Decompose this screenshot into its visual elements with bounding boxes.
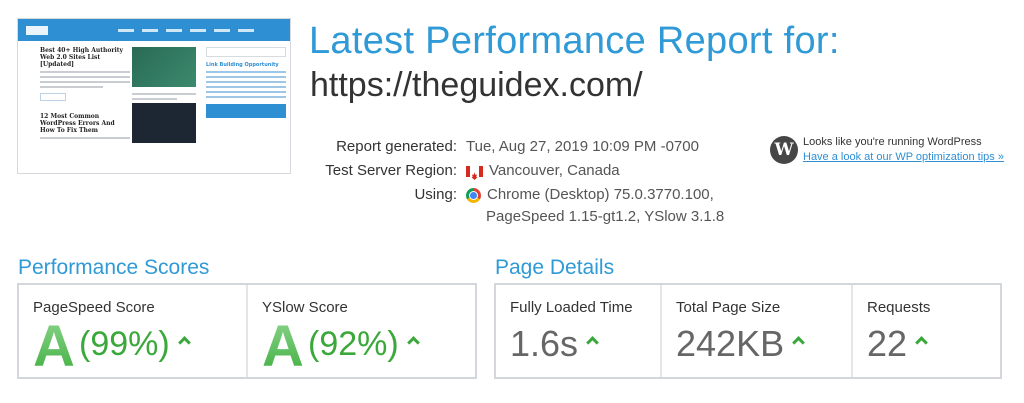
page-size-number: 242KB — [676, 323, 785, 364]
pagespeed-percent: (99%) — [79, 325, 191, 364]
performance-scores-title: Performance Scores — [18, 256, 210, 279]
yslow-grade: A — [262, 314, 304, 379]
thumbnail-sidebar-link — [206, 86, 286, 88]
report-generated-value: Tue, Aug 27, 2019 10:09 PM -0700 — [466, 138, 699, 155]
requests-value: 22 — [867, 323, 928, 365]
page-size-value: 242KB — [676, 323, 805, 365]
thumbnail-sidebar-heading: Link Building Opportunity — [206, 62, 279, 68]
thumbnail-sidebar-link — [206, 71, 286, 73]
thumbnail-post-image — [132, 47, 196, 87]
thumbnail-post-title: Best 40+ High Authority Web 2.0 Sites Li… — [40, 47, 124, 68]
thumbnail-image-column — [132, 47, 196, 143]
using-label: Using: — [414, 186, 457, 203]
fully-loaded-time-card[interactable]: Fully Loaded Time 1.6s — [496, 285, 662, 377]
thumbnail-sidebar-link — [206, 96, 286, 98]
using-value-line1: Chrome (Desktop) 75.0.3770.100, — [487, 186, 714, 203]
wordpress-icon: W — [770, 136, 798, 164]
thumbnail-text-line — [132, 93, 196, 95]
yslow-percent-value: (92%) — [308, 325, 399, 363]
fully-loaded-number: 1.6s — [510, 323, 579, 364]
performance-scores-panel: PageSpeed Score A (99%) YSlow Score A (9… — [17, 283, 477, 379]
thumbnail-popular-posts — [206, 104, 286, 118]
thumbnail-nav-item — [190, 28, 206, 32]
thumbnail-nav-item — [238, 28, 254, 32]
chrome-icon — [466, 187, 481, 203]
thumbnail-nav-item — [214, 28, 230, 32]
thumbnail-search-box — [206, 47, 286, 57]
thumbnail-logo — [26, 25, 48, 35]
thumbnail-navbar — [18, 19, 290, 41]
thumbnail-sidebar: Link Building Opportunity — [206, 47, 286, 118]
thumbnail-sidebar-link — [206, 91, 286, 93]
thumbnail-text-line — [40, 71, 130, 73]
page-details-title: Page Details — [495, 256, 615, 279]
pagespeed-score-card[interactable]: PageSpeed Score A (99%) — [19, 285, 248, 377]
requests-number: 22 — [867, 323, 908, 364]
thumbnail-nav-item — [142, 28, 158, 32]
thumbnail-nav-item — [166, 28, 182, 32]
wordpress-notice-text: Looks like you're running WordPress — [803, 136, 982, 148]
pagespeed-grade: A — [33, 314, 75, 379]
report-url: https://theguidex.com/ — [310, 66, 643, 104]
chevron-up-icon — [177, 335, 191, 349]
using-value-line2: PageSpeed 1.15-gt1.2, YSlow 3.1.8 — [486, 208, 725, 225]
chevron-up-icon — [915, 336, 928, 349]
report-generated-label: Report generated: — [336, 138, 457, 155]
thumbnail-post-image-2 — [132, 103, 196, 143]
page-title: Latest Performance Report for: — [309, 20, 840, 62]
requests-card[interactable]: Requests 22 — [853, 285, 1000, 377]
yslow-percent: (92%) — [308, 325, 420, 364]
thumbnail-sidebar-link — [206, 81, 286, 83]
thumbnail-main-column: Best 40+ High Authority Web 2.0 Sites Li… — [40, 47, 130, 142]
chevron-up-icon — [586, 336, 599, 349]
chevron-up-icon — [792, 336, 805, 349]
thumbnail-post-title-2: 12 Most Common WordPress Errors And How … — [40, 113, 115, 134]
thumbnail-text-line — [132, 98, 177, 100]
using-row: Chrome (Desktop) 75.0.3770.100, — [466, 183, 714, 207]
yslow-score-card[interactable]: YSlow Score A (92%) — [248, 285, 475, 377]
page-size-label: Total Page Size — [676, 299, 781, 316]
thumbnail-text-line — [40, 137, 130, 139]
region-label: Test Server Region: — [325, 162, 457, 179]
requests-label: Requests — [867, 299, 931, 316]
region-row: Vancouver, Canada — [466, 159, 620, 183]
page-details-panel: Fully Loaded Time 1.6s Total Page Size 2… — [494, 283, 1002, 379]
thumbnail-nav-item — [118, 28, 134, 32]
thumbnail-text-line — [40, 86, 103, 88]
total-page-size-card[interactable]: Total Page Size 242KB — [662, 285, 853, 377]
site-thumbnail[interactable]: Best 40+ High Authority Web 2.0 Sites Li… — [17, 18, 291, 174]
chevron-up-icon — [406, 335, 420, 349]
thumbnail-text-line — [40, 76, 130, 78]
fully-loaded-label: Fully Loaded Time — [510, 299, 633, 316]
region-value: Vancouver, Canada — [489, 162, 620, 179]
canada-flag-icon — [466, 165, 483, 180]
pagespeed-percent-value: (99%) — [79, 325, 170, 363]
thumbnail-read-more — [40, 93, 66, 101]
fully-loaded-value: 1.6s — [510, 323, 599, 365]
wp-optimization-link[interactable]: Have a look at our WP optimization tips … — [803, 151, 1004, 163]
thumbnail-sidebar-link — [206, 76, 286, 78]
thumbnail-text-line — [40, 81, 130, 83]
